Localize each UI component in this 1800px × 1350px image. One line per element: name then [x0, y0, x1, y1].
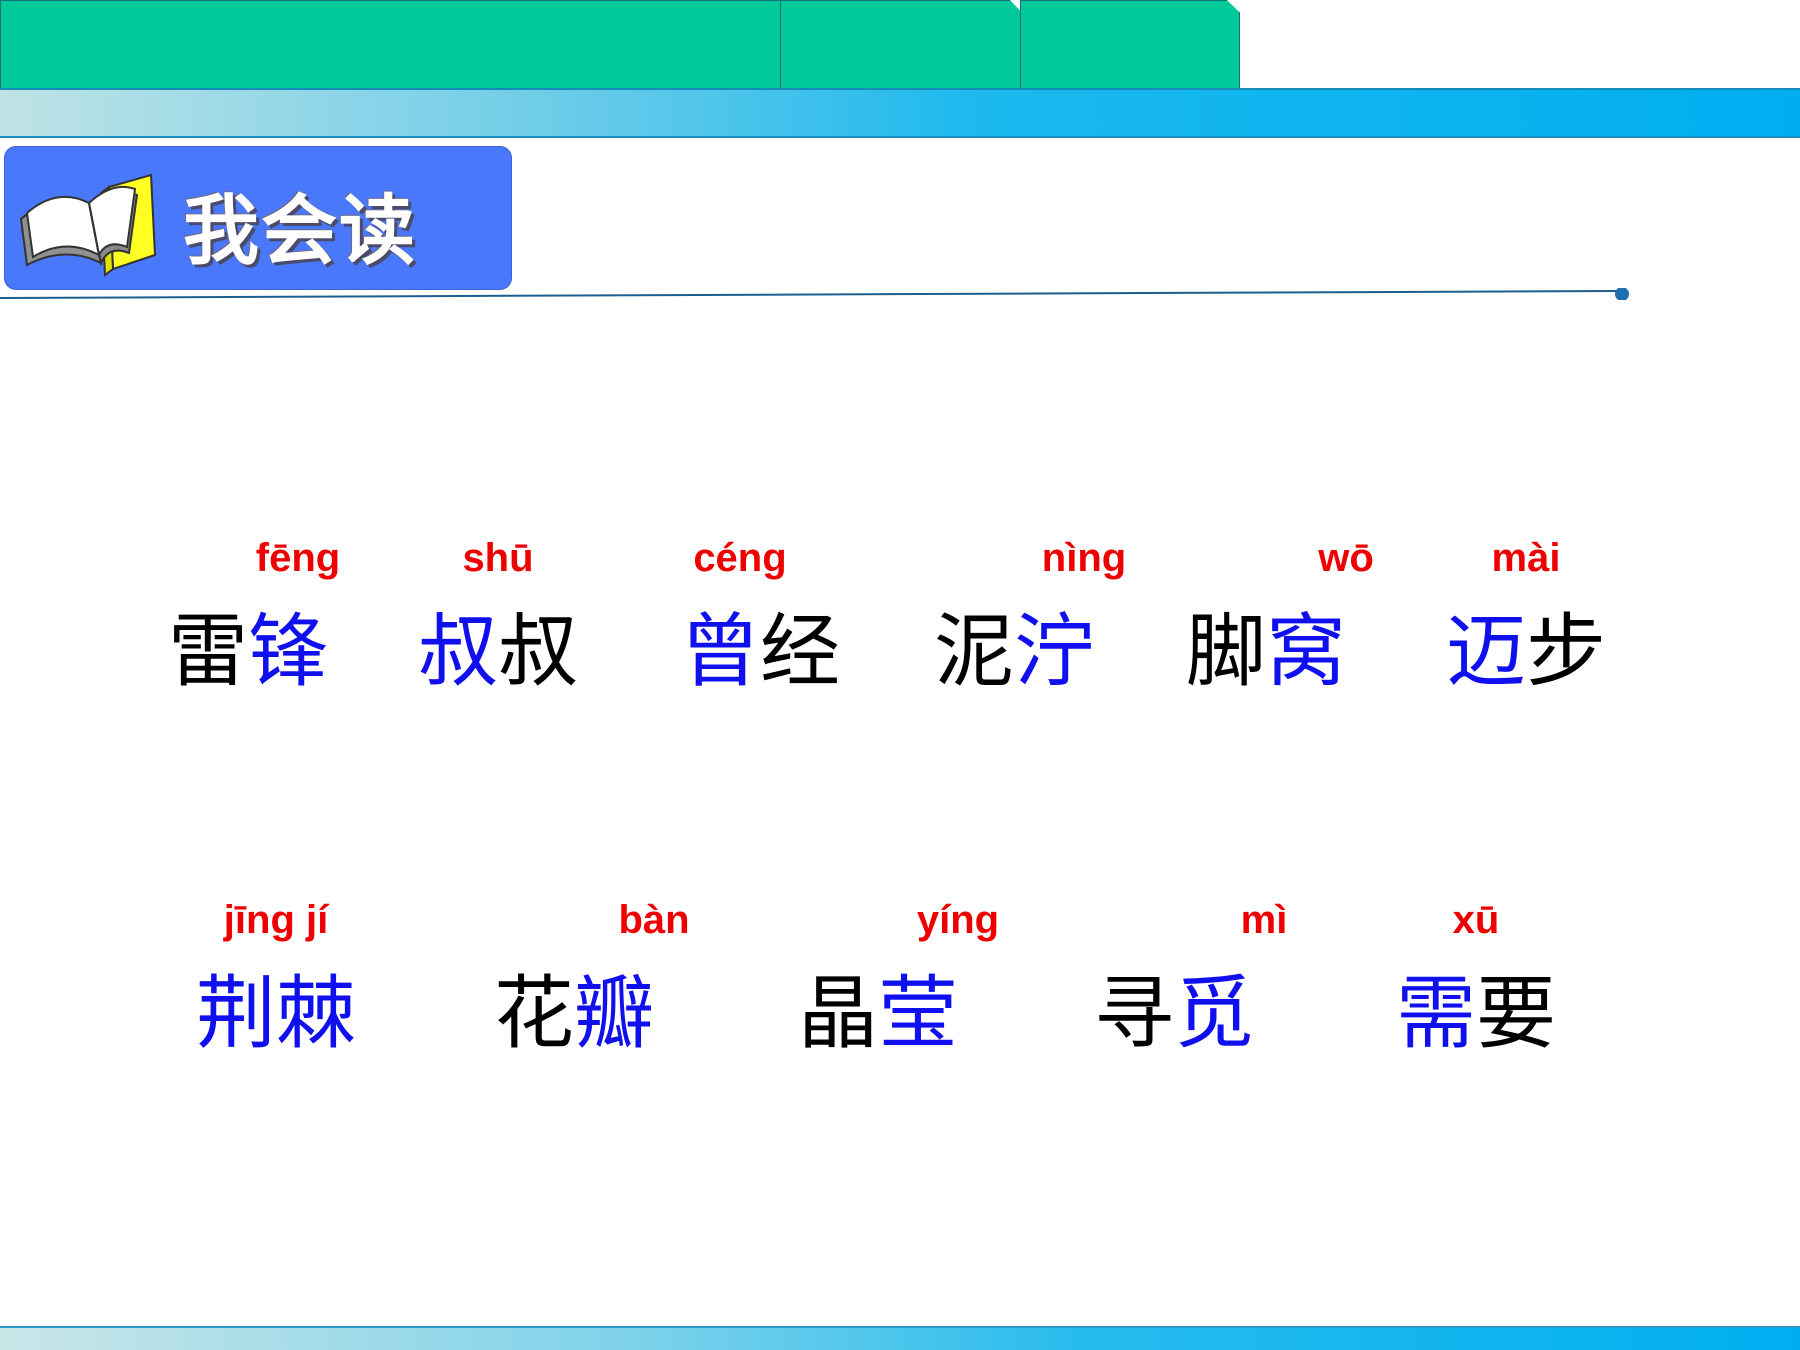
pinyin-label: xū [1452, 898, 1500, 942]
open-book-icon [19, 173, 157, 277]
hanzi-word: 需要 [1396, 949, 1556, 1065]
new-character: 荆 [196, 967, 276, 1060]
known-character: 雷 [168, 605, 248, 698]
pinyin-label: mì [1240, 898, 1288, 942]
known-character: 泥 [934, 605, 1014, 698]
pinyin-label: céng [693, 536, 787, 580]
vocab-word: yíng 晶莹 [798, 898, 999, 1065]
footer-band [0, 1326, 1800, 1350]
hanzi-word: 雷锋 [168, 587, 328, 703]
top-tab-1 [0, 0, 782, 90]
pinyin-label: bàn [618, 898, 690, 942]
new-character: 棘 [276, 967, 356, 1060]
known-character: 晶 [798, 967, 878, 1060]
hanzi-word: 晶莹 [798, 949, 958, 1065]
new-character: 窝 [1266, 605, 1346, 698]
hanzi-word: 叔叔 [418, 587, 578, 703]
hanzi-word: 花瓣 [494, 949, 654, 1065]
known-character: 叔 [498, 605, 578, 698]
pinyin-label: yíng [916, 898, 1000, 942]
new-character: 莹 [878, 967, 958, 1060]
known-character: 步 [1526, 605, 1606, 698]
vocab-word: wō 脚窝 [1186, 536, 1374, 703]
known-character: 寻 [1094, 967, 1174, 1060]
vocab-word: nìng 泥泞 [934, 536, 1126, 703]
top-tab-3 [1020, 0, 1240, 90]
vocab-word: shū 叔叔 [418, 536, 578, 703]
pinyin-label: nìng [1041, 536, 1127, 580]
new-character: 叔 [418, 605, 498, 698]
pinyin-label: mài [1491, 536, 1561, 580]
pinyin-label: shū [462, 536, 534, 580]
vocab-word: bàn 花瓣 [494, 898, 690, 1065]
pinyin-label: fēng [255, 536, 341, 580]
new-character: 觅 [1174, 967, 1254, 1060]
header-band [0, 88, 1800, 138]
vocab-word: mì 寻觅 [1094, 898, 1287, 1065]
vocab-word: xū 需要 [1396, 898, 1556, 1065]
known-character: 花 [494, 967, 574, 1060]
new-character: 泞 [1014, 605, 1094, 698]
known-character: 脚 [1186, 605, 1266, 698]
top-tab-2 [780, 0, 1022, 90]
section-header: 我会读 [4, 146, 512, 290]
pinyin-label: jīng jí [223, 898, 329, 942]
vocab-word: jīng jí 荆棘 [196, 898, 356, 1065]
known-character: 经 [760, 605, 840, 698]
vocab-word: céng 曾经 [680, 536, 840, 703]
vocab-word: fēng 雷锋 [168, 536, 340, 703]
hanzi-word: 脚窝 [1186, 587, 1346, 703]
hanzi-word: 泥泞 [934, 587, 1094, 703]
hanzi-word: 寻觅 [1094, 949, 1254, 1065]
divider-line [0, 288, 1629, 300]
hanzi-word: 曾经 [680, 587, 840, 703]
new-character: 瓣 [574, 967, 654, 1060]
known-character: 要 [1476, 967, 1556, 1060]
hanzi-word: 迈步 [1446, 587, 1606, 703]
section-title: 我会读 [183, 186, 417, 275]
new-character: 需 [1396, 967, 1476, 1060]
vocab-word: mài 迈步 [1446, 536, 1606, 703]
pinyin-label: wō [1318, 536, 1374, 580]
new-character: 迈 [1446, 605, 1526, 698]
top-tab-strip [0, 0, 1800, 92]
new-character: 曾 [680, 605, 760, 698]
hanzi-word: 荆棘 [196, 949, 356, 1065]
new-character: 锋 [248, 605, 328, 698]
